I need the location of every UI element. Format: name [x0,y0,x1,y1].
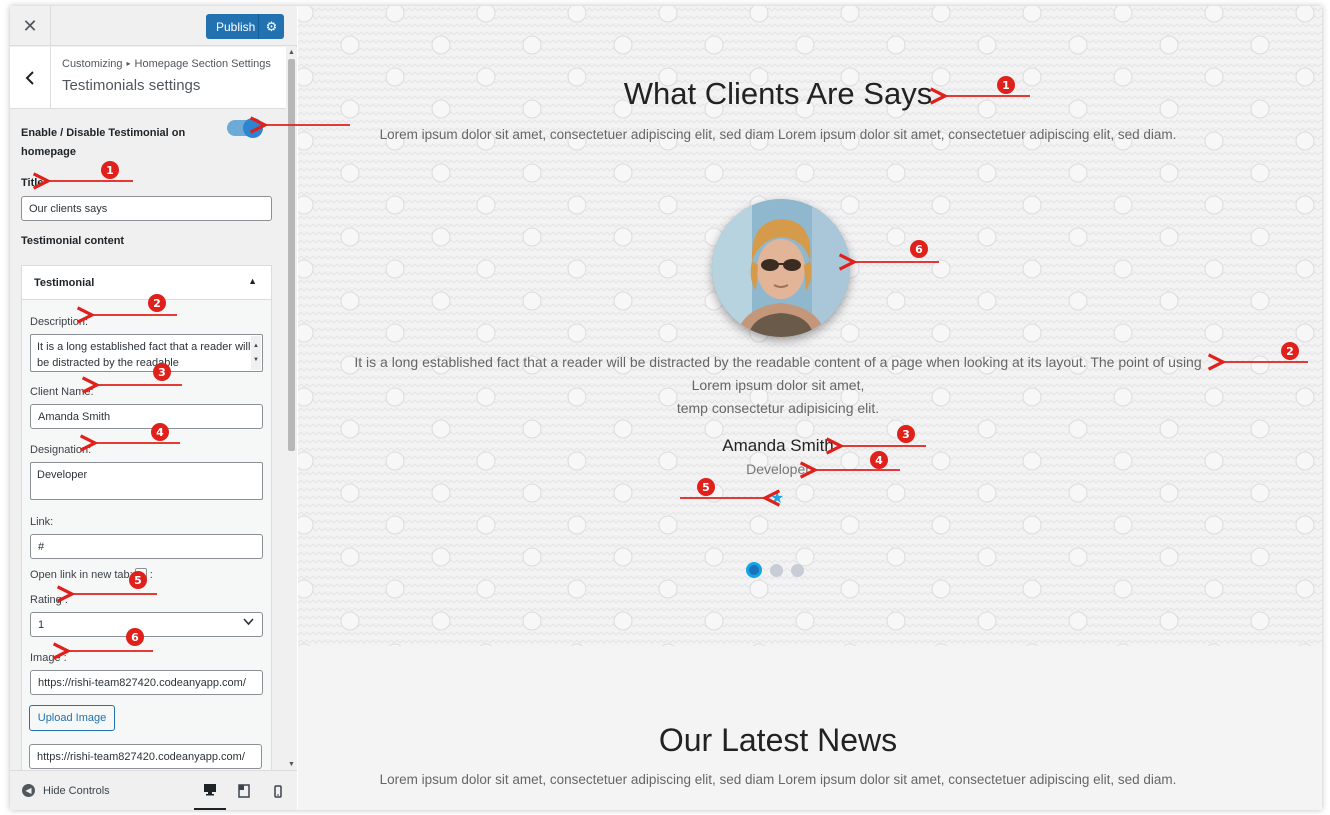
testimonial-subtitle: Lorem ipsum dolor sit amet, consectetuer… [379,127,1177,142]
client-avatar [712,199,850,337]
rating-select[interactable]: 1 [30,612,263,637]
rating-label: Rating : [30,594,68,606]
enable-testimonial-label: Enable / Disable Testimonial on homepage [21,127,186,158]
client-name: Amanda Smith [722,436,834,455]
designation-value: Developer [37,469,88,481]
image-url-input[interactable]: https://rishi-team827420.codeanyapp.com/ [30,670,263,695]
description-textarea[interactable]: It is a long established fact that a rea… [30,334,263,372]
breadcrumb-separator-icon: ▸ [126,59,131,68]
scrollbar-thumb[interactable] [288,59,295,451]
scroll-down-icon[interactable]: ▼ [288,761,295,768]
testimonial-content-label: Testimonial content [21,235,125,247]
rating-select-value: 1 [38,618,45,631]
tablet-icon[interactable] [228,771,260,810]
publish-button[interactable]: Publish ⚙ [206,14,284,39]
mobile-icon[interactable] [262,771,294,810]
enable-testimonial-toggle[interactable] [227,118,263,138]
back-arrow-icon[interactable] [10,47,51,109]
breadcrumb-item: Homepage Section Settings [134,58,271,70]
hide-controls-label: Hide Controls [43,784,110,797]
chevron-down-icon[interactable] [243,617,254,629]
testimonial-description: It is a long established fact that a rea… [318,351,1238,420]
desktop-icon[interactable] [194,771,226,810]
new-tab-label: Open link in new tab: [30,569,133,581]
testimonial-panel-header[interactable]: Testimonial ▲ [22,266,271,300]
annotation-badge: 5 [129,571,147,589]
testimonial-section: What Clients Are Says Lorem ipsum dolor … [298,6,1322,646]
annotation-badge: 6 [126,628,144,646]
sidebar-scrollbar[interactable]: ▲ ▼ [286,47,297,770]
client-name-label: Client Name: [30,386,94,398]
customizer-window: ✕ Publish ⚙ Customizing ▸ Homepage Section… [10,6,1322,810]
annotation-badge: 2 [148,294,166,312]
sidebar-footer: ◀ Hide Controls [10,770,297,810]
slider-dot-1[interactable] [746,562,762,578]
slider-dot-3[interactable] [791,563,804,577]
news-subtitle: Lorem ipsum dolor sit amet, consectetuer… [379,772,1177,787]
client-designation: Developer [746,461,810,477]
annotation-badge: 4 [151,423,169,441]
gear-icon[interactable]: ⚙ [258,14,284,39]
description-label: Description: [30,316,89,328]
caret-up-icon[interactable]: ▲ [248,276,257,286]
hide-controls-button[interactable]: ◀ Hide Controls [22,784,110,797]
collapse-arrow-icon[interactable]: ◀ [22,784,35,797]
description-value: It is a long established fact that a rea… [37,341,251,369]
annotation-badge: 4 [870,451,888,469]
breadcrumb: Customizing ▸ Homepage Section Settings [62,58,271,70]
textarea-scrollbar[interactable]: ▲ ▼ [251,336,261,370]
slider-dot-2[interactable] [770,563,783,577]
publish-label[interactable]: Publish [206,20,258,34]
scroll-down-icon[interactable]: ▼ [253,352,259,368]
news-section: Our Latest News Lorem ipsum dolor sit am… [298,646,1322,810]
image-url-input-2[interactable]: https://rishi-team827420.codeanyapp.com/ [29,744,262,769]
news-title: Our Latest News [658,722,898,758]
title-input[interactable]: Our clients says [21,196,272,221]
panel-title: Testimonial [34,277,95,289]
title-label: Title [21,177,44,189]
breadcrumb-item: Customizing [62,58,123,70]
close-icon[interactable]: ✕ [10,6,51,46]
designation-textarea[interactable]: Developer [30,462,263,500]
annotation-badge: 1 [997,76,1015,94]
description-line: temp consectetur adipisicing elit. [676,400,880,416]
client-photo [712,199,850,337]
annotation-badge: 6 [910,240,928,258]
client-name-input[interactable]: Amanda Smith [30,404,263,429]
section-header: Customizing ▸ Homepage Section Settings Te… [10,47,286,109]
testimonial-panel: Testimonial ▲ Description: It is a long … [21,265,272,770]
description-line: It is a long established fact that a rea… [354,354,1202,370]
site-preview: What Clients Are Says Lorem ipsum dolor … [298,6,1322,810]
designation-label: Designation: [30,444,92,456]
annotation-badge: 3 [897,425,915,443]
upload-image-button[interactable]: Upload Image [29,705,115,731]
annotation-badge: 3 [153,363,171,381]
slider-dots [746,562,804,578]
scroll-up-icon[interactable]: ▲ [288,49,295,56]
annotation-badge: 5 [697,478,715,496]
description-line: Lorem ipsum dolor sit amet, [691,377,865,393]
link-input[interactable]: # [30,534,263,559]
annotation-badge: 2 [1281,342,1299,360]
star-icon: ★ [770,490,785,507]
section-title: Testimonials settings [62,77,201,94]
annotation-badge: 1 [101,161,119,179]
sidebar-controls: Enable / Disable Testimonial on homepage… [10,110,286,770]
sidebar-topbar: ✕ Publish ⚙ [10,6,297,46]
toggle-knob[interactable] [243,118,263,138]
image-label: Image : [30,652,67,664]
new-tab-suffix: : [149,569,153,581]
link-label: Link: [30,516,54,528]
testimonial-title: What Clients Are Says [623,76,933,111]
customizer-sidebar: ✕ Publish ⚙ Customizing ▸ Homepage Section… [10,6,297,810]
